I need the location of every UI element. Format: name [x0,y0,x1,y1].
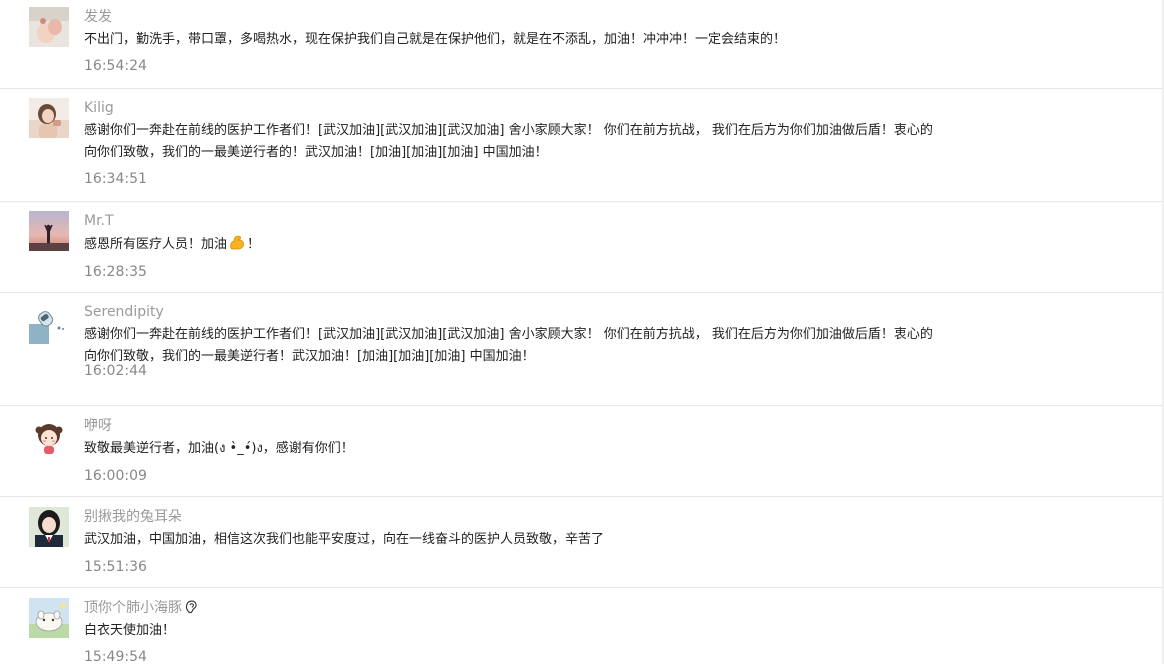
comment-author-name: 顶你个肺小海豚 [84,600,182,616]
avatar[interactable] [29,598,69,638]
comment-text: 感恩所有医疗人员！加油 ！ [84,233,1004,256]
avatar-photo-sunset-icon [29,211,69,251]
comment-text-line: 感谢你们一奔赴在前线的医护工作者们！[武汉加油][武汉加油][武汉加油] 舍小家… [84,327,933,342]
comment-author[interactable]: Serendipity [84,303,164,321]
avatar-photo-girl-icon [29,98,69,138]
ear-icon [185,600,197,614]
avatar-cartoon-animal-icon [29,598,69,638]
comment-text: 不出门，勤洗手，带口罩，多喝热水，现在保护我们自己就是在保护他们，就是在不添乱，… [84,29,1004,51]
comment-item: 发发 不出门，勤洗手，带口罩，多喝热水，现在保护我们自己就是在保护他们，就是在不… [0,0,1162,89]
comment-item: Serendipity 感谢你们一奔赴在前线的医护工作者们！[武汉加油][武汉加… [0,293,1162,406]
avatar-cartoon-girl-icon [29,418,69,458]
comment-time: 16:28:35 [84,264,147,280]
avatar[interactable] [29,7,69,47]
comment-text-line: 致敬最美逆行者，加油(ง •̀_•́)ง，感谢有你们！ [84,441,354,456]
avatar[interactable] [29,507,69,547]
comment-text-segment: 感恩所有医疗人员！加油 [84,237,228,252]
comment-time: 16:34:51 [84,171,147,187]
comment-author[interactable]: 咿呀 [84,417,112,435]
comment-author[interactable]: Kilig [84,99,114,117]
comment-text: 致敬最美逆行者，加油(ง •̀_•́)ง，感谢有你们！ [84,438,1004,460]
avatar[interactable] [29,304,69,344]
comment-item: 别揪我的兔耳朵 武汉加油，中国加油，相信这次我们也能平安度过，向在一线奋斗的医护… [0,497,1162,588]
comment-item: Kilig 感谢你们一奔赴在前线的医护工作者们！[武汉加油][武汉加油][武汉加… [0,89,1162,202]
comment-text-line: 感谢你们一奔赴在前线的医护工作者们！[武汉加油][武汉加油][武汉加油] 舍小家… [84,123,933,138]
comment-text-line: 白衣天使加油！ [84,623,176,638]
avatar[interactable] [29,98,69,138]
comment-text-line: 武汉加油，中国加油，相信这次我们也能平安度过，向在一线奋斗的医护人员致敬，辛苦了 [84,532,605,547]
comment-time: 16:02:44 [84,363,147,379]
comment-text-segment: ！ [247,237,261,252]
avatar-photo-student-icon [29,507,69,547]
avatar[interactable] [29,418,69,458]
comment-time: 16:54:24 [84,58,147,74]
avatar-photo-hand-icon [29,7,69,47]
comment-list: 发发 不出门，勤洗手，带口罩，多喝热水，现在保护我们自己就是在保护他们，就是在不… [0,0,1164,664]
comment-author[interactable]: 别揪我的兔耳朵 [84,508,182,526]
comment-text: 感谢你们一奔赴在前线的医护工作者们！[武汉加油][武汉加油][武汉加油] 舍小家… [84,120,1004,164]
comment-item: 咿呀 致敬最美逆行者，加油(ง •̀_•́)ง，感谢有你们！ 16:00:09 [0,406,1162,497]
flexed-biceps-icon [230,235,244,250]
comment-time: 16:00:09 [84,468,147,484]
comment-text: 武汉加油，中国加油，相信这次我们也能平安度过，向在一线奋斗的医护人员致敬，辛苦了 [84,529,1004,551]
avatar[interactable] [29,211,69,251]
avatar-astronaut-icon [29,304,69,344]
comment-text-line: 不出门，勤洗手，带口罩，多喝热水，现在保护我们自己就是在保护他们，就是在不添乱，… [84,32,787,47]
comment-text: 感谢你们一奔赴在前线的医护工作者们！[武汉加油][武汉加油][武汉加油] 舍小家… [84,324,1004,368]
comment-author[interactable]: 顶你个肺小海豚 [84,599,198,617]
comment-time: 15:49:54 [84,649,147,664]
comment-time: 15:51:36 [84,559,147,575]
comment-text-line: 向你们致敬，我们的一最美逆行者的！武汉加油！[加油][加油][加油] 中国加油！ [84,145,548,160]
comment-author[interactable]: Mr.T [84,212,114,230]
comment-text: 白衣天使加油！ [84,620,1004,642]
comment-item: Mr.T 感恩所有医疗人员！加油 ！ 16:28:35 [0,202,1162,293]
comment-item: 顶你个肺小海豚 白衣天使加油！ 15:49:54 [0,588,1162,664]
comment-text-line: 向你们致敬，我们的一最美逆行者！武汉加油！[加油][加油][加油] 中国加油！ [84,349,535,364]
comment-author[interactable]: 发发 [84,8,112,26]
